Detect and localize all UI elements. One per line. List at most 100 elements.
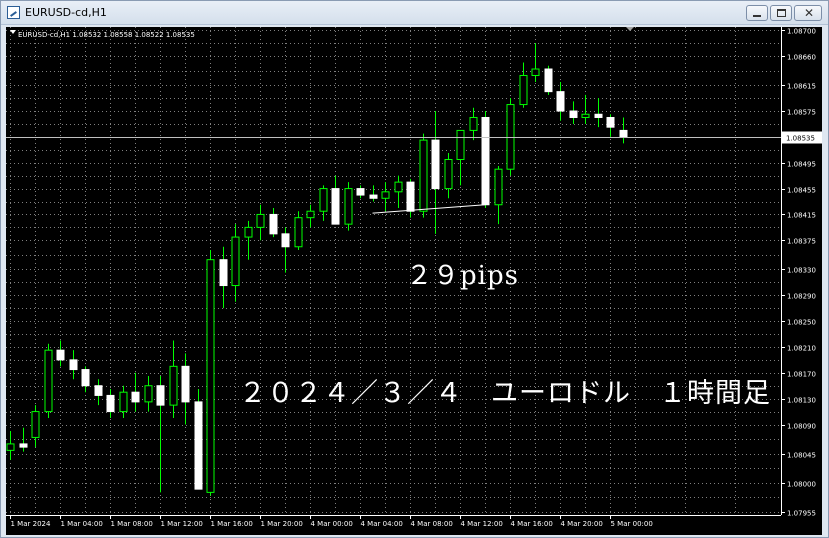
- chart-info-line: EURUSD-cd,H1 1.08532 1.08558 1.08522 1.0…: [18, 31, 195, 39]
- candle: [119, 385, 128, 419]
- x-tick-label: 1 Mar 16:00: [211, 520, 253, 528]
- candle: [594, 98, 603, 128]
- candle-body-up: [294, 217, 303, 248]
- candle-body-up: [444, 159, 453, 190]
- x-tick-label: 1 Mar 20:00: [261, 520, 303, 528]
- candle: [169, 340, 178, 419]
- candle: [256, 204, 265, 241]
- candle: [544, 65, 553, 95]
- candle-body-up: [306, 210, 315, 219]
- candle-body-down: [369, 194, 378, 199]
- candle-body-up: [244, 226, 253, 238]
- minimize-icon: [753, 15, 761, 17]
- candle: [331, 175, 340, 225]
- candle: [619, 117, 628, 144]
- candle-body-down: [331, 188, 340, 225]
- candle: [369, 185, 378, 202]
- candle-body-up: [394, 181, 403, 193]
- x-tick-label: 4 Mar 04:00: [361, 520, 403, 528]
- y-tick-label: 1.08045: [787, 452, 816, 460]
- candle-body-up: [419, 139, 428, 212]
- x-tick-label: 5 Mar 00:00: [611, 520, 653, 528]
- candle: [94, 379, 103, 406]
- maximize-button[interactable]: [770, 5, 792, 21]
- candle-body-down: [556, 91, 565, 112]
- candle: [31, 405, 40, 448]
- y-tick-label: 1.08415: [787, 212, 816, 220]
- candle-body-down: [406, 181, 415, 212]
- close-icon: ✕: [804, 6, 815, 20]
- candle-body-up: [506, 104, 515, 170]
- title-bar[interactable]: EURUSD-cd,H1 ✕: [1, 1, 828, 25]
- candle-body-up: [44, 349, 53, 413]
- candle-body-down: [281, 233, 290, 248]
- candle-body-down: [106, 394, 115, 413]
- x-tick-label: 4 Mar 16:00: [511, 520, 553, 528]
- candle: [381, 182, 390, 212]
- candle-body-down: [606, 116, 615, 128]
- candle: [444, 153, 453, 199]
- candle: [556, 81, 565, 121]
- candle-body-down: [156, 385, 165, 406]
- pips-annotation: ２９pips: [406, 261, 519, 291]
- candle-body-up: [381, 191, 390, 199]
- candle-body-up: [531, 68, 540, 76]
- candle-body-up: [6, 443, 15, 451]
- y-tick-label: 1.08495: [787, 161, 816, 169]
- x-tick-label: 4 Mar 00:00: [311, 520, 353, 528]
- candle-body-down: [94, 385, 103, 396]
- chart-caption: ２０２４／３／４ ユーロドル １時間足: [239, 378, 771, 409]
- y-tick-label: 1.08090: [787, 423, 816, 431]
- candle-body-down: [194, 401, 203, 490]
- candle-body-up: [469, 116, 478, 131]
- candle: [106, 388, 115, 419]
- candle: [6, 430, 15, 461]
- candle: [569, 101, 578, 124]
- candle-body-down: [56, 349, 65, 361]
- candle: [519, 62, 528, 108]
- candle-body-down: [594, 113, 603, 118]
- y-tick-label: 1.08170: [787, 371, 816, 379]
- candle: [19, 427, 28, 452]
- candle: [469, 107, 478, 141]
- candle: [481, 111, 490, 208]
- candle-body-up: [319, 188, 328, 212]
- candle: [394, 175, 403, 208]
- price-chart[interactable]: 1.08700 1.08660 1.08615 1.08575 1.08535 1.084…: [6, 27, 822, 535]
- candle: [456, 129, 465, 186]
- y-tick-label: 1.08210: [787, 345, 816, 353]
- candle: [69, 350, 78, 380]
- candle-body-down: [269, 213, 278, 235]
- y-tick-label: 1.08615: [787, 83, 816, 91]
- chart-menu-icon: [10, 30, 16, 34]
- close-button[interactable]: ✕: [794, 5, 822, 21]
- candle: [131, 372, 140, 412]
- candle-body-down: [131, 391, 140, 403]
- candle: [81, 366, 90, 393]
- x-tick-label: 1 Mar 12:00: [161, 520, 203, 528]
- minimize-button[interactable]: [746, 5, 768, 21]
- candle-body-down: [19, 443, 28, 448]
- candle-body-up: [494, 168, 503, 206]
- candle-body-down: [431, 139, 440, 190]
- x-tick-label: 4 Mar 20:00: [561, 520, 603, 528]
- candle: [494, 165, 503, 225]
- y-tick-label: 1.07955: [787, 510, 816, 518]
- candle: [294, 211, 303, 250]
- candle: [281, 227, 290, 273]
- candle-body-up: [206, 259, 215, 493]
- candle: [56, 340, 65, 367]
- candle-body-down: [356, 188, 365, 196]
- maximize-icon: [777, 9, 786, 17]
- candle: [531, 43, 540, 82]
- x-tick-label: 1 Mar 2024: [11, 520, 51, 528]
- candle: [406, 178, 415, 218]
- candle-body-down: [69, 359, 78, 371]
- candle: [581, 94, 590, 124]
- y-tick-label: 1.08330: [787, 267, 816, 275]
- candle: [319, 185, 328, 221]
- candle: [194, 388, 203, 490]
- candle: [44, 343, 53, 419]
- candle: [231, 224, 240, 302]
- window-title: EURUSD-cd,H1: [25, 6, 107, 19]
